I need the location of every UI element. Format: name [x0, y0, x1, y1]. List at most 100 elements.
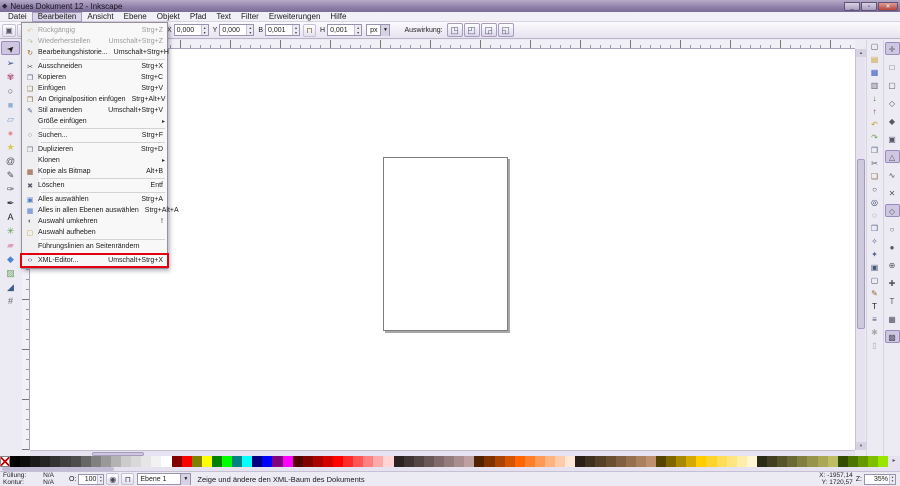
- snap-toggle-button[interactable]: ✛: [885, 42, 900, 55]
- x-spinner[interactable]: ▴▾: [201, 25, 208, 35]
- palette-swatch[interactable]: [373, 456, 383, 467]
- palette-swatch[interactable]: [727, 456, 737, 467]
- command-button[interactable]: ▣: [867, 261, 882, 274]
- palette-swatch[interactable]: [656, 456, 666, 467]
- snap-toggle-button[interactable]: ○: [885, 222, 900, 235]
- command-button[interactable]: ↑: [867, 105, 882, 118]
- command-button[interactable]: ❐: [867, 144, 882, 157]
- snap-toggle-button[interactable]: ●: [885, 240, 900, 253]
- palette-swatch[interactable]: [797, 456, 807, 467]
- palette-swatch[interactable]: [555, 456, 565, 467]
- menubar-item[interactable]: Ansicht: [82, 12, 118, 22]
- palette-swatch[interactable]: [172, 456, 182, 467]
- tool-button[interactable]: ➢: [1, 55, 20, 69]
- palette-swatch[interactable]: [737, 456, 747, 467]
- palette-swatch[interactable]: [20, 456, 30, 467]
- menu-item[interactable]: Größe einfügen ▸: [22, 116, 167, 127]
- affect-toggle-button[interactable]: ◳: [447, 23, 463, 37]
- palette-swatch[interactable]: [464, 456, 474, 467]
- palette-swatch[interactable]: [353, 456, 363, 467]
- palette-swatch[interactable]: [505, 456, 515, 467]
- vertical-scrollbar-thumb[interactable]: [857, 159, 865, 329]
- palette-swatch[interactable]: [272, 456, 282, 467]
- command-button[interactable]: T: [867, 300, 882, 313]
- command-button[interactable]: ✦: [867, 248, 882, 261]
- tool-button[interactable]: @: [1, 153, 20, 167]
- snap-toggle-button[interactable]: ✚: [885, 276, 900, 289]
- command-button[interactable]: ✧: [867, 235, 882, 248]
- tool-button[interactable]: ▱: [1, 111, 20, 125]
- palette-swatch[interactable]: [565, 456, 575, 467]
- command-button[interactable]: ▯: [867, 339, 882, 352]
- command-button[interactable]: ✱: [867, 326, 882, 339]
- palette-swatch[interactable]: [394, 456, 404, 467]
- palette-swatch[interactable]: [383, 456, 393, 467]
- fill-stroke-indicator[interactable]: Füllung: N/A Kontur: N/A: [3, 472, 65, 486]
- menubar-item[interactable]: Pfad: [185, 12, 211, 22]
- menu-item[interactable]: ❐ Duplizieren Strg+D: [22, 144, 167, 155]
- menu-item[interactable]: ▦ Alles in allen Ebenen auswählen Strg+A…: [22, 205, 167, 216]
- snap-toggle-button[interactable]: ∿: [885, 168, 900, 181]
- palette-swatch[interactable]: [767, 456, 777, 467]
- palette-swatch[interactable]: [50, 456, 60, 467]
- palette-swatch[interactable]: [414, 456, 424, 467]
- scroll-down-icon[interactable]: ▼: [856, 442, 866, 450]
- menubar-item[interactable]: Datei: [3, 12, 32, 22]
- command-button[interactable]: ○: [867, 183, 882, 196]
- snap-toggle-button[interactable]: ✕: [885, 186, 900, 199]
- palette-swatch[interactable]: [646, 456, 656, 467]
- document-page[interactable]: [383, 157, 508, 331]
- palette-swatch[interactable]: [424, 456, 434, 467]
- menu-item[interactable]: ‹› XML-Editor... Umschalt+Strg+X: [22, 255, 167, 266]
- palette-swatch[interactable]: [626, 456, 636, 467]
- zoom-field[interactable]: 35%▴▾: [864, 474, 896, 485]
- palette-swatch[interactable]: [717, 456, 727, 467]
- snap-toggle-button[interactable]: ▢: [885, 78, 900, 91]
- tool-button[interactable]: ★: [1, 139, 20, 153]
- tool-button[interactable]: A: [1, 209, 20, 223]
- vertical-scrollbar[interactable]: ▲ ▼: [855, 49, 865, 450]
- palette-swatch[interactable]: [474, 456, 484, 467]
- menu-item[interactable]: ◐ Auswahl umkehren !: [22, 216, 167, 227]
- tool-button[interactable]: ✑: [1, 181, 20, 195]
- layer-dropdown[interactable]: Ebene 1▼: [137, 473, 191, 485]
- palette-swatch[interactable]: [404, 456, 414, 467]
- menu-item[interactable]: ✖ Löschen Entf: [22, 180, 167, 191]
- height-spinner[interactable]: ▴▾: [354, 25, 361, 35]
- menubar-item[interactable]: Filter: [236, 12, 264, 22]
- palette-swatch[interactable]: [30, 456, 40, 467]
- palette-swatch[interactable]: [121, 456, 131, 467]
- command-button[interactable]: ❒: [867, 222, 882, 235]
- palette-swatch[interactable]: [252, 456, 262, 467]
- palette-swatch[interactable]: [10, 456, 20, 467]
- menu-item[interactable]: ❐ Kopieren Strg+C: [22, 72, 167, 83]
- menubar-item[interactable]: Ebene: [119, 12, 152, 22]
- snap-toggle-button[interactable]: ▩: [885, 330, 900, 343]
- palette-swatch[interactable]: [151, 456, 161, 467]
- palette-swatch[interactable]: [212, 456, 222, 467]
- palette-swatch[interactable]: [606, 456, 616, 467]
- menubar-item[interactable]: Objekt: [152, 12, 185, 22]
- palette-swatch[interactable]: [828, 456, 838, 467]
- menu-item[interactable]: ▢ Auswahl aufheben: [22, 227, 167, 238]
- tool-button[interactable]: ○: [1, 83, 20, 97]
- affect-toggle-button[interactable]: ◲: [481, 23, 497, 37]
- palette-swatch[interactable]: [757, 456, 767, 467]
- snap-toggle-button[interactable]: ▣: [885, 132, 900, 145]
- tool-button[interactable]: ◢: [1, 279, 20, 293]
- snap-toggle-button[interactable]: ◆: [885, 114, 900, 127]
- menu-item[interactable]: ▦ Kopie als Bitmap Alt+B: [22, 166, 167, 177]
- snap-toggle-button[interactable]: △: [885, 150, 900, 163]
- toolbar-button[interactable]: ▣: [2, 24, 16, 37]
- palette-swatch[interactable]: [515, 456, 525, 467]
- palette-swatch[interactable]: [545, 456, 555, 467]
- palette-swatch[interactable]: [323, 456, 333, 467]
- palette-swatch[interactable]: [434, 456, 444, 467]
- menu-item[interactable]: ✂ Ausschneiden Strg+X: [22, 61, 167, 72]
- palette-swatch[interactable]: [192, 456, 202, 467]
- tool-button[interactable]: ▨: [1, 265, 20, 279]
- palette-swatch[interactable]: [747, 456, 757, 467]
- close-button[interactable]: ✕: [878, 2, 898, 11]
- tool-button[interactable]: ✒: [1, 195, 20, 209]
- tool-button[interactable]: ■: [1, 97, 20, 111]
